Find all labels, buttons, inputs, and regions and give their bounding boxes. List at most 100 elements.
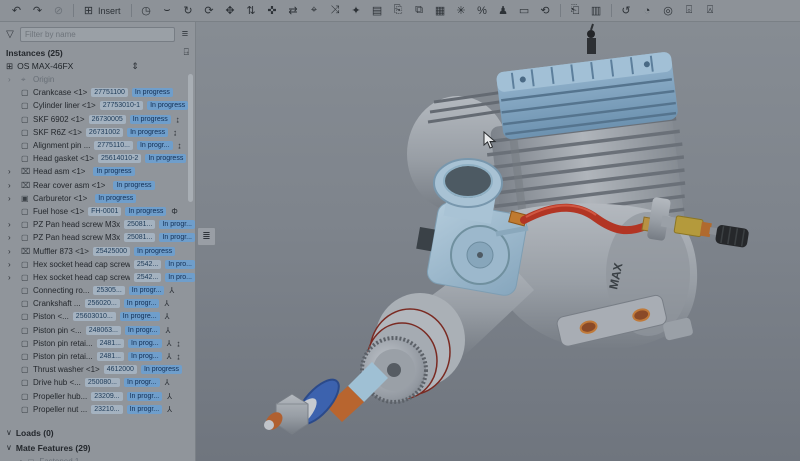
release-status-badge[interactable]: In progress: [113, 181, 154, 190]
bom-button[interactable]: ⌻: [681, 2, 698, 20]
instance-row[interactable]: ›▢PZ Pan head screw M3x0.50 x ...25081..…: [0, 218, 195, 231]
instance-row[interactable]: ›▢Hex socket head cap screw M3x0...2542.…: [0, 271, 195, 284]
panel-scrollbar[interactable]: [188, 52, 193, 457]
instance-row[interactable]: ▢Crankcase <1>27751100In progress: [0, 86, 195, 99]
mate-features-section[interactable]: ∨ Mate Features (29): [0, 441, 195, 455]
list-options-icon[interactable]: ≡: [179, 28, 191, 40]
instance-row[interactable]: ›⌧Rear cover asm <1>In progress: [0, 179, 195, 192]
instance-row[interactable]: ▢Propeller nut ...23210...In progr...⅄: [0, 403, 195, 416]
sync-button[interactable]: ⟲: [537, 2, 554, 20]
redo-button[interactable]: ↷: [29, 2, 46, 20]
panel-drag-handle[interactable]: ≣: [197, 227, 216, 246]
undo-button[interactable]: ↶: [8, 2, 25, 20]
release-status-badge[interactable]: In progress: [141, 365, 182, 374]
release-status-badge[interactable]: In progr...: [124, 299, 160, 308]
release-status-badge[interactable]: In progr...: [125, 326, 161, 335]
mate-feature-row[interactable]: ›◻Fastened 1: [0, 455, 195, 461]
release-status-badge[interactable]: In progress: [125, 207, 166, 216]
named-position-button[interactable]: ⤨: [327, 2, 344, 20]
appearance-button[interactable]: ◔: [639, 2, 656, 20]
release-status-badge[interactable]: In progress: [134, 247, 175, 256]
expand-chevron-icon[interactable]: ›: [8, 273, 21, 282]
rollback-button[interactable]: ⊘: [50, 2, 67, 20]
curve-button[interactable]: ✳: [453, 2, 470, 20]
measure-button[interactable]: %: [474, 2, 491, 20]
loads-section[interactable]: ∨ Loads (0): [0, 426, 195, 440]
rotate-tool-button[interactable]: ⇅: [243, 2, 260, 20]
replicate-button[interactable]: ▤: [369, 2, 386, 20]
release-status-badge[interactable]: In progr...: [127, 405, 163, 414]
instance-row[interactable]: ▢Piston pin retai...2481...In prog...⅄↨: [0, 337, 195, 350]
standard-content-button[interactable]: ⎘: [390, 2, 407, 20]
release-status-badge[interactable]: In progr...: [137, 141, 173, 150]
instance-row[interactable]: ▢Propeller hub...23209...In progr...⅄: [0, 390, 195, 403]
release-status-badge[interactable]: In progress: [130, 115, 171, 124]
expand-chevron-icon[interactable]: ›: [8, 181, 21, 190]
mate-button[interactable]: ⌣: [159, 2, 176, 20]
sheet-button[interactable]: ▥: [588, 2, 605, 20]
instance-row[interactable]: ▢Crankshaft ...256020...In progr...⅄: [0, 297, 195, 310]
release-status-badge[interactable]: In progress: [93, 167, 134, 176]
move-button[interactable]: ✥: [222, 2, 239, 20]
instance-row[interactable]: ▢SKF R6Z <1>26731002In progress↨: [0, 126, 195, 139]
group-mate-button[interactable]: ↻: [180, 2, 197, 20]
release-status-badge[interactable]: In progress: [95, 194, 136, 203]
instance-row[interactable]: ▢Cylinder liner <1>27753010-1In progress: [0, 99, 195, 112]
pattern-button[interactable]: ✦: [348, 2, 365, 20]
expand-chevron-icon[interactable]: ›: [8, 260, 21, 269]
instance-row[interactable]: ›⌖Origin: [0, 73, 195, 86]
scrollbar-thumb[interactable]: [188, 74, 193, 202]
restore-button[interactable]: ↺: [618, 2, 635, 20]
filter-input[interactable]: [20, 27, 175, 42]
release-status-badge[interactable]: In progress: [132, 88, 173, 97]
instance-row[interactable]: ▢Piston <...25603010...In progre...⅄: [0, 310, 195, 323]
instance-row[interactable]: ›⌧Muffler 873 <1>25425000In progress: [0, 244, 195, 257]
explode-button[interactable]: ⌖: [306, 2, 323, 20]
history-button[interactable]: ◷: [138, 2, 155, 20]
expand-chevron-icon[interactable]: ›: [8, 75, 21, 84]
duplicate-button[interactable]: ⧉: [411, 2, 428, 20]
release-status-badge[interactable]: In progr...: [127, 392, 163, 401]
expand-chevron-icon[interactable]: ›: [8, 247, 21, 256]
expand-chevron-icon[interactable]: ›: [8, 167, 21, 176]
filter-funnel-icon[interactable]: ▽: [4, 29, 16, 40]
instance-row[interactable]: ▢Thrust washer <1>4612000In progress: [0, 363, 195, 376]
instance-row[interactable]: ▢Piston pin retai...2481...In prog...⅄↨: [0, 350, 195, 363]
expand-chevron-icon[interactable]: ›: [8, 233, 21, 242]
release-status-badge[interactable]: In progre...: [120, 312, 160, 321]
release-status-badge[interactable]: In progress: [147, 101, 188, 110]
instance-row[interactable]: ›⌧Head asm <1>In progress: [0, 165, 195, 178]
expand-chevron-icon[interactable]: ›: [20, 457, 23, 461]
instance-row[interactable]: ▢Fuel hose <1>FH-0001In progressΦ: [0, 205, 195, 218]
release-status-badge[interactable]: In progress: [127, 128, 168, 137]
model-viewport[interactable]: MAX: [196, 22, 800, 461]
release-status-badge[interactable]: In prog...: [128, 339, 162, 348]
release-status-badge[interactable]: In progr...: [124, 378, 160, 387]
release-status-badge[interactable]: In progress: [145, 154, 186, 163]
mannequin-button[interactable]: ♟: [495, 2, 512, 20]
release-status-badge[interactable]: In prog...: [128, 352, 162, 361]
instance-row[interactable]: ›▣Carburetor <1>In progress: [0, 192, 195, 205]
export-button[interactable]: ⍓: [702, 2, 719, 20]
expand-collapse-all-icon[interactable]: ⇕: [131, 61, 139, 72]
release-status-badge[interactable]: In progr...: [129, 286, 165, 295]
assembly-root-row[interactable]: ⊞ OS MAX-46FX ⇕: [0, 59, 195, 73]
snap-mode-button[interactable]: ⇄: [285, 2, 302, 20]
instance-row[interactable]: ▢Drive hub <...250080...In progr...⅄: [0, 376, 195, 389]
instance-row[interactable]: ▢SKF 6902 <1>26730005In progress↨: [0, 113, 195, 126]
instance-row[interactable]: ›▢PZ Pan head screw M3x0.50 x ...25081..…: [0, 231, 195, 244]
insert-button[interactable]: ⊞Insert: [80, 2, 125, 20]
instance-row[interactable]: ▢Alignment pin ...2775110...In progr...↨: [0, 139, 195, 152]
revolute-button[interactable]: ⟳: [201, 2, 218, 20]
instance-row[interactable]: ›▢Hex socket head cap screw M3x0...2542.…: [0, 258, 195, 271]
translate-button[interactable]: ✜: [264, 2, 281, 20]
expand-chevron-icon[interactable]: ›: [8, 194, 21, 203]
drawing-button[interactable]: ⎗: [567, 2, 584, 20]
table-button[interactable]: ▦: [432, 2, 449, 20]
expand-chevron-icon[interactable]: ›: [8, 220, 21, 229]
section-view-button[interactable]: ◎: [660, 2, 677, 20]
instance-row[interactable]: ▢Connecting ro...25305...In progr...⅄: [0, 284, 195, 297]
display-states-button[interactable]: ▭: [516, 2, 533, 20]
instance-row[interactable]: ▢Piston pin <...248063...In progr...⅄: [0, 324, 195, 337]
instance-row[interactable]: ▢Head gasket <1>25614010-2In progress: [0, 152, 195, 165]
